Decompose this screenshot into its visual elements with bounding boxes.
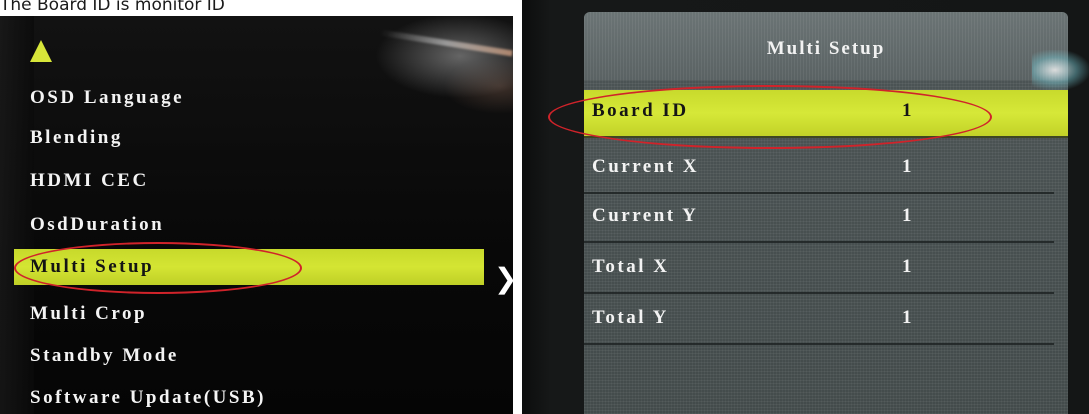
light-glare bbox=[380, 29, 513, 57]
setting-row-total-y[interactable]: Total Y 1 bbox=[584, 297, 1054, 345]
setting-value: 1 bbox=[902, 156, 912, 177]
screen-bezel-edge bbox=[0, 16, 34, 414]
triangle-up-icon[interactable] bbox=[30, 40, 52, 62]
menu-item-hdmi-cec[interactable]: HDMI CEC bbox=[30, 163, 149, 199]
setting-value: 1 bbox=[902, 307, 912, 328]
menu-item-software-update[interactable]: Software Update(USB) bbox=[30, 380, 266, 414]
menu-item-label: Blending bbox=[30, 127, 123, 148]
setting-row-current-y[interactable]: Current Y 1 bbox=[584, 195, 1054, 243]
menu-item-multi-crop[interactable]: Multi Crop bbox=[30, 296, 147, 332]
multi-setup-panel: Multi Setup Board ID 1 Current X 1 Curre… bbox=[584, 12, 1068, 414]
panel-header: Multi Setup bbox=[584, 12, 1068, 80]
menu-item-label: Software Update(USB) bbox=[30, 387, 266, 408]
setting-value: 1 bbox=[902, 256, 912, 277]
menu-item-osd-language[interactable]: OSD Language bbox=[30, 80, 184, 116]
menu-item-blending[interactable]: Blending bbox=[30, 120, 123, 156]
setting-label: Current X bbox=[592, 156, 700, 177]
menu-item-label: HDMI CEC bbox=[30, 170, 149, 191]
menu-item-multi-setup[interactable]: Multi Setup bbox=[14, 249, 484, 285]
setting-row-board-id[interactable]: Board ID 1 bbox=[584, 90, 1068, 138]
menu-item-label: OSD Language bbox=[30, 87, 185, 108]
setting-value: 1 bbox=[902, 100, 912, 121]
setting-label: Board ID bbox=[592, 100, 689, 121]
light-glare bbox=[1032, 50, 1089, 90]
setting-label: Total Y bbox=[592, 307, 669, 328]
setting-row-total-x[interactable]: Total X 1 bbox=[584, 246, 1054, 294]
menu-item-label: Multi Crop bbox=[30, 303, 148, 324]
menu-item-label: OsdDuration bbox=[30, 214, 165, 235]
main-osd-menu-photo: OSD Language Blending HDMI CEC OsdDurati… bbox=[0, 16, 513, 414]
menu-item-standby-mode[interactable]: Standby Mode bbox=[30, 338, 179, 374]
setting-label: Total X bbox=[592, 256, 670, 277]
chevron-right-icon[interactable]: ❯ bbox=[494, 265, 513, 293]
caption-text: The Board ID is monitor ID bbox=[0, 0, 225, 15]
menu-item-osd-duration[interactable]: OsdDuration bbox=[30, 207, 164, 243]
multi-setup-photo: Multi Setup Board ID 1 Current X 1 Curre… bbox=[522, 0, 1089, 414]
menu-item-label: Multi Setup bbox=[30, 256, 155, 277]
menu-item-label: Standby Mode bbox=[30, 345, 179, 366]
panel-title: Multi Setup bbox=[766, 38, 886, 59]
setting-row-current-x[interactable]: Current X 1 bbox=[584, 146, 1054, 194]
setting-value: 1 bbox=[902, 205, 912, 226]
setting-label: Current Y bbox=[592, 205, 699, 226]
